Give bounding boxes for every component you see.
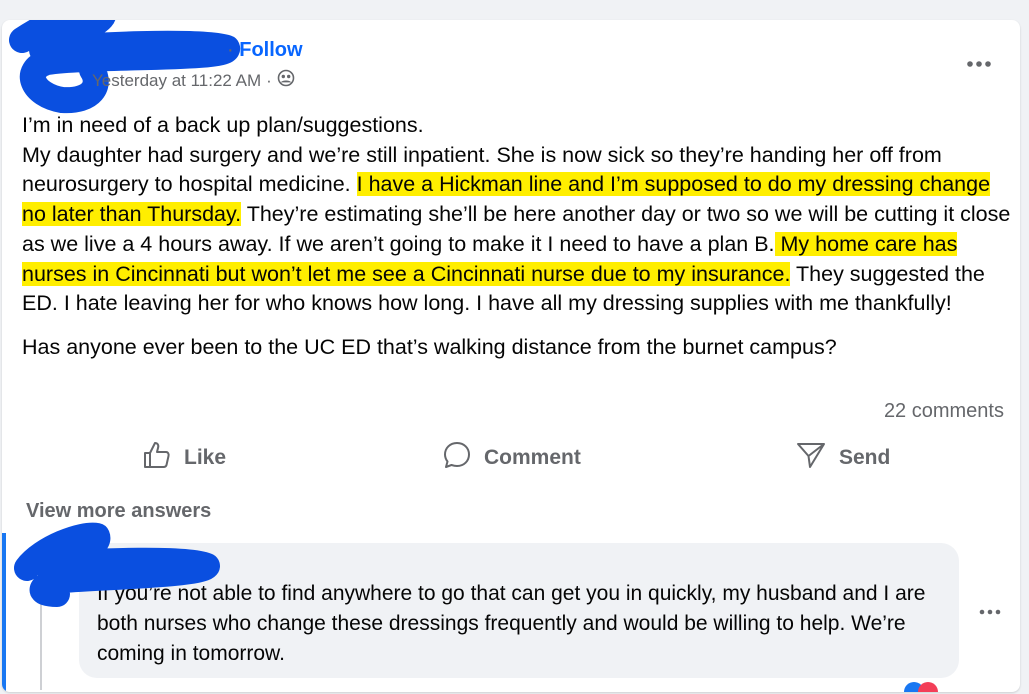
post-timestamp[interactable]: Yesterday at 11:22 AM [92,71,261,91]
like-label: Like [184,446,227,469]
thumbs-up-icon [142,440,172,476]
post-options-button[interactable] [966,48,992,74]
post-timestamp-row: Yesterday at 11:22 AM · [92,69,295,92]
follow-separator: · [227,39,234,61]
post-action-bar: Like Comment Send [2,438,1020,478]
comment-button[interactable]: Comment [442,438,581,478]
timestamp-separator: · [266,70,272,90]
follow-button[interactable]: Follow [239,39,302,61]
reply-comment-bubble: If you’re not able to find anywhere to g… [79,543,959,678]
reaction-icons[interactable] [902,678,952,692]
send-button[interactable]: Send [795,438,890,478]
friends-icon[interactable] [277,69,295,92]
post-header-meta: · Follow [227,39,303,62]
post-body: I’m in need of a back up plan/suggestion… [22,111,1012,363]
post-line-1: I’m in need of a back up plan/suggestion… [22,113,424,137]
send-icon [795,440,827,476]
thread-indicator [2,533,6,692]
post-paragraph-2: My daughter had surgery and we’re still … [22,141,1012,319]
post-question: Has anyone ever been to the UC ED that’s… [22,334,837,359]
more-horizontal-icon [966,48,992,73]
comments-count-link[interactable]: 22 comments [884,400,1004,423]
reply-options-button[interactable] [979,598,1001,621]
view-more-answers-link[interactable]: View more answers [26,500,211,523]
like-button[interactable]: Like [142,438,226,478]
comment-bubble-icon [442,440,472,476]
send-label: Send [839,446,891,469]
more-horizontal-icon [979,598,1001,620]
thread-connector [40,580,56,690]
post-card: · Follow Yesterday at 11:22 AM · I’m in … [2,20,1020,692]
reply-comment-text: If you’re not able to find anywhere to g… [97,582,926,665]
comment-label: Comment [484,446,581,469]
